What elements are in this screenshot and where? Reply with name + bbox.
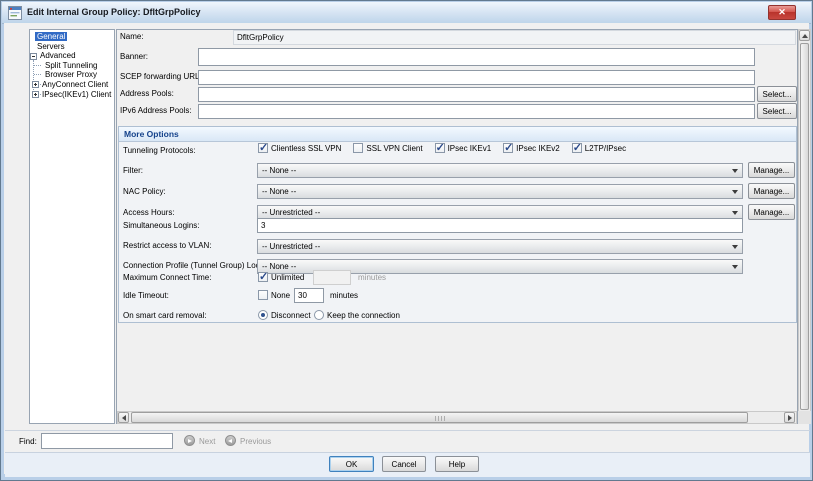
address-pools-select-button[interactable]: Select...: [757, 86, 797, 102]
nac-policy-manage-button[interactable]: Manage...: [748, 183, 795, 199]
unlimited-checkbox-label: Unlimited: [271, 273, 304, 282]
checkbox-ipsec-ikev2[interactable]: [503, 143, 513, 153]
app-icon: [8, 6, 22, 20]
more-options-title: More Options: [124, 129, 179, 139]
window-title: Edit Internal Group Policy: DfltGrpPolic…: [27, 7, 201, 17]
banner-field[interactable]: [198, 48, 755, 66]
checkbox-clientless-ssl-vpn[interactable]: [258, 143, 268, 153]
expand-icon[interactable]: [32, 81, 39, 88]
dropdown-arrow-icon: [732, 245, 738, 249]
scrollbar-corner: [798, 411, 811, 424]
unlimited-checkbox[interactable]: [258, 272, 268, 282]
collapse-icon[interactable]: [30, 53, 37, 60]
restrict-vlan-dropdown[interactable]: -- Unrestricted --: [257, 239, 743, 254]
scroll-up-button[interactable]: [799, 30, 810, 41]
previous-icon: [228, 439, 232, 443]
checkbox-l2tp-ipsec[interactable]: [572, 143, 582, 153]
tunneling-protocols-label: Tunneling Protocols:: [123, 146, 196, 155]
ok-button[interactable]: OK: [329, 456, 374, 472]
scroll-right-icon: [788, 415, 792, 421]
tunnel-group-lock-label: Connection Profile (Tunnel Group) Lock:: [123, 261, 266, 270]
maximum-connect-time-unit: minutes: [358, 273, 386, 282]
title-bar[interactable]: Edit Internal Group Policy: DfltGrpPolic…: [2, 2, 811, 24]
address-pools-field[interactable]: [198, 87, 755, 102]
previous-button[interactable]: [225, 435, 236, 446]
dropdown-arrow-icon: [732, 265, 738, 269]
next-button[interactable]: [184, 435, 195, 446]
ipv6-address-pools-label: IPv6 Address Pools:: [120, 106, 192, 115]
address-pools-label: Address Pools:: [120, 89, 174, 98]
next-button-label: Next: [199, 437, 215, 446]
ipv6-address-pools-field[interactable]: [198, 104, 755, 119]
close-button[interactable]: ✕: [768, 5, 796, 20]
maximum-connect-time-field[interactable]: [313, 270, 351, 285]
nac-policy-dropdown[interactable]: -- None --: [257, 184, 743, 199]
more-options-header[interactable]: More Options: [119, 127, 796, 142]
vertical-scrollbar-thumb[interactable]: [800, 43, 809, 410]
horizontal-scrollbar[interactable]: [117, 411, 797, 424]
nac-policy-label: NAC Policy:: [123, 187, 166, 196]
banner-label: Banner:: [120, 52, 148, 61]
vertical-scrollbar[interactable]: [798, 29, 811, 424]
dropdown-arrow-icon: [732, 169, 738, 173]
sidebar-item-anyconnect-client[interactable]: AnyConnect Client: [30, 80, 114, 90]
cancel-button[interactable]: Cancel: [382, 456, 426, 472]
idle-timeout-label: Idle Timeout:: [123, 291, 169, 300]
idle-timeout-field[interactable]: [294, 288, 324, 303]
scep-url-label: SCEP forwarding URL:: [120, 72, 202, 81]
idle-timeout-none-label: None: [271, 291, 290, 300]
name-field[interactable]: [233, 30, 796, 45]
find-bar-divider: [5, 430, 810, 431]
filter-label: Filter:: [123, 166, 143, 175]
previous-button-label: Previous: [240, 437, 271, 446]
idle-timeout-none-checkbox[interactable]: [258, 290, 268, 300]
disconnect-radio-label: Disconnect: [271, 311, 311, 320]
checkbox-ipsec-ikev1[interactable]: [435, 143, 445, 153]
next-icon: [188, 439, 192, 443]
restrict-vlan-label: Restrict access to VLAN:: [123, 241, 211, 250]
scep-url-field[interactable]: [198, 70, 755, 85]
find-input[interactable]: [41, 433, 173, 449]
help-button[interactable]: Help: [435, 456, 479, 472]
scroll-up-icon: [802, 34, 808, 38]
sidebar-item-ipsec-ikev1-client[interactable]: IPsec(IKEv1) Client: [30, 90, 114, 100]
checkbox-ssl-vpn-client[interactable]: [353, 143, 363, 153]
sidebar-item-split-tunneling[interactable]: Split Tunneling: [30, 61, 114, 71]
expand-icon[interactable]: [32, 91, 39, 98]
dropdown-arrow-icon: [732, 211, 738, 215]
idle-timeout-unit: minutes: [330, 291, 358, 300]
access-hours-label: Access Hours:: [123, 208, 175, 217]
ipv6-address-pools-select-button[interactable]: Select...: [757, 103, 797, 119]
sidebar-item-servers[interactable]: Servers: [30, 42, 114, 52]
keep-connection-radio-label: Keep the connection: [327, 311, 400, 320]
sidebar-item-general[interactable]: General: [30, 32, 114, 42]
scroll-left-icon: [122, 415, 126, 421]
dropdown-arrow-icon: [732, 190, 738, 194]
name-label: Name:: [120, 32, 144, 41]
scroll-right-button[interactable]: [784, 412, 795, 423]
filter-dropdown[interactable]: -- None --: [257, 163, 743, 178]
access-hours-manage-button[interactable]: Manage...: [748, 204, 795, 220]
disconnect-radio[interactable]: [258, 310, 268, 320]
simultaneous-logins-field[interactable]: [257, 218, 743, 233]
filter-manage-button[interactable]: Manage...: [748, 162, 795, 178]
close-icon: ✕: [778, 7, 786, 17]
sidebar-item-browser-proxy[interactable]: Browser Proxy: [30, 70, 114, 80]
horizontal-scrollbar-thumb[interactable]: [131, 412, 748, 423]
scroll-left-button[interactable]: [118, 412, 129, 423]
edit-group-policy-dialog: Edit Internal Group Policy: DfltGrpPolic…: [0, 0, 813, 481]
policy-nav-tree: General Servers Advanced Split Tunneling…: [29, 29, 115, 424]
tunneling-protocols-group: Clientless SSL VPN SSL VPN Client IPsec …: [258, 143, 638, 153]
simultaneous-logins-label: Simultaneous Logins:: [123, 221, 200, 230]
keep-connection-radio[interactable]: [314, 310, 324, 320]
smart-card-removal-label: On smart card removal:: [123, 311, 207, 320]
find-label: Find:: [19, 437, 37, 446]
sidebar-item-advanced[interactable]: Advanced: [30, 51, 114, 61]
maximum-connect-time-label: Maximum Connect Time:: [123, 273, 211, 282]
